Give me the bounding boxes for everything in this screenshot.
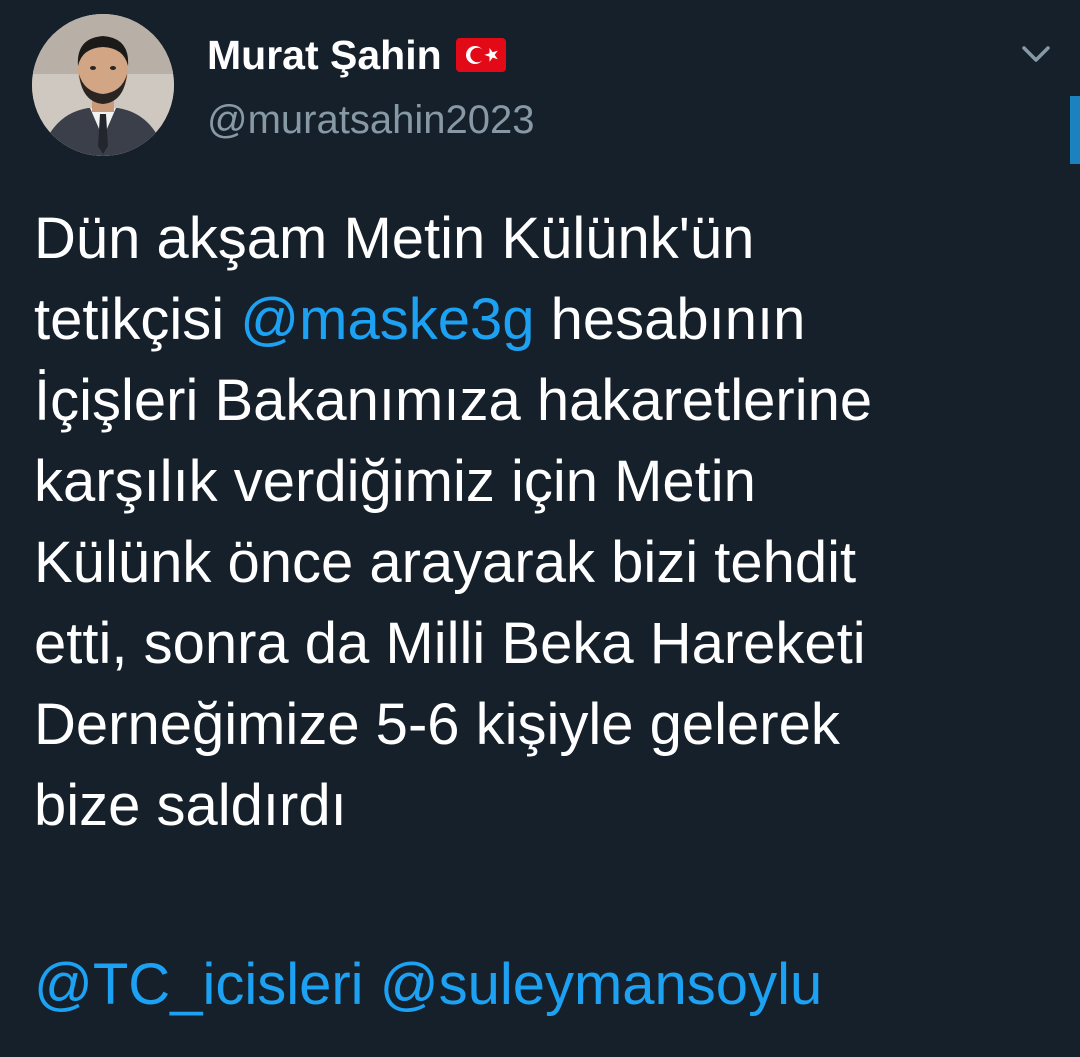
mention-link[interactable]: @maske3g [240,287,534,352]
author-handle[interactable]: @muratsahin2023 [207,98,534,143]
tweet-line: etti, sonra da Milli Beka Hareketi [34,611,866,676]
more-options-button[interactable] [1014,36,1058,72]
mention-link[interactable]: @TC_icisleri [34,952,364,1017]
tweet-line: Dün akşam Metin Külünk'ün [34,206,755,271]
tweet-line: Külünk önce arayarak bizi tehdit [34,530,857,595]
mentions-line: @TC_icisleri @suleymansoylu [34,944,822,1025]
tweet: Murat Şahin @muratsahin2023 Dün akşam Me… [0,0,1080,1057]
avatar-photo [32,14,174,156]
tweet-line: bize saldırdı [34,773,347,838]
avatar[interactable] [32,14,174,156]
display-name[interactable]: Murat Şahin [207,32,442,79]
chevron-down-icon [1022,46,1050,62]
author-name-row: Murat Şahin [207,30,506,80]
tweet-text-segment: tetikçisi [34,287,241,352]
tweet-line: karşılık verdiğimiz için Metin [34,449,756,514]
tweet-text: Dün akşam Metin Külünk'ün tetikçisi @mas… [34,198,1044,846]
turkey-flag-icon [455,38,506,72]
tweet-line: tetikçisi @maske3g hesabının [34,279,1044,360]
tweet-line: İçişleri Bakanımıza hakaretlerine [34,368,873,433]
mention-link[interactable]: @suleymansoylu [380,952,823,1017]
tweet-line: Derneğimize 5-6 kişiyle gelerek [34,692,840,757]
scrollbar[interactable] [1070,96,1080,164]
tweet-text-segment: hesabının [534,287,806,352]
